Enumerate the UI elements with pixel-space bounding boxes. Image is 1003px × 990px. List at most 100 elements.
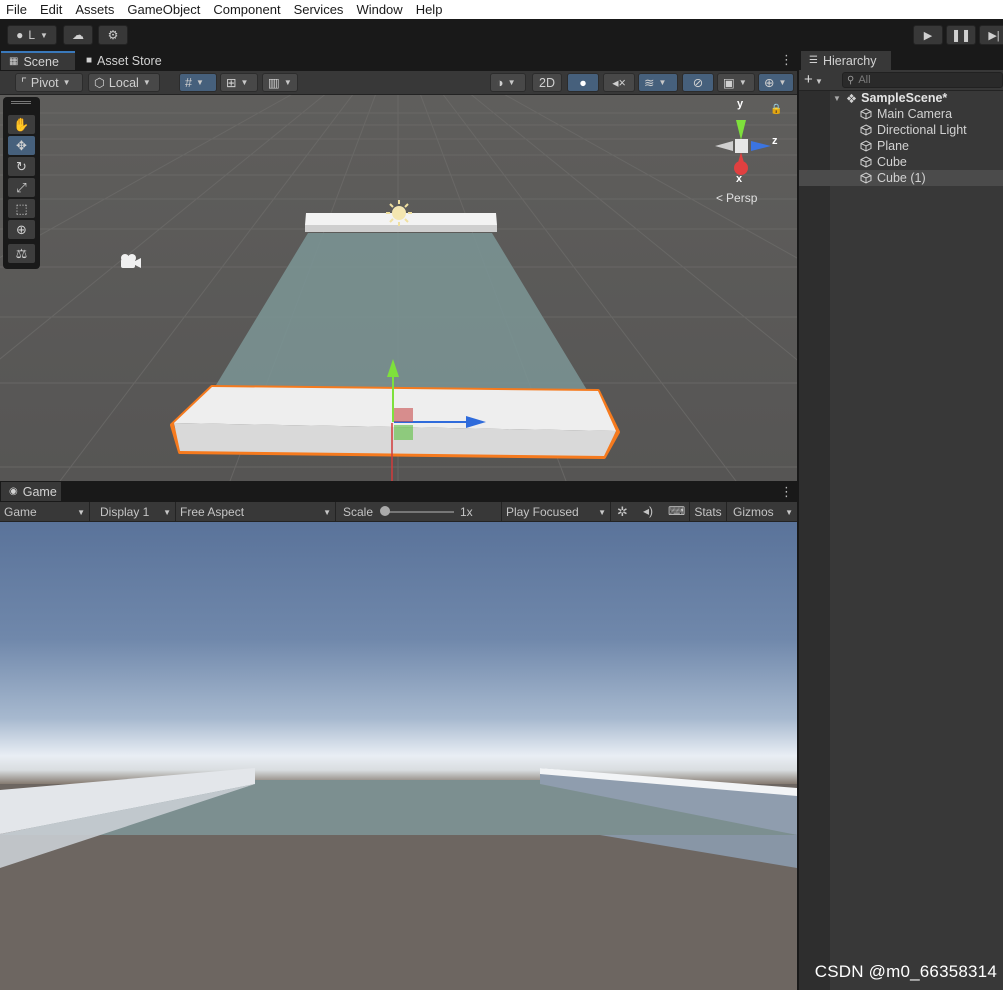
list-item[interactable]: Plane [799, 138, 1003, 154]
main-toolbar: ● L ▼ ☁ ⚙ ▶ ❚❚ ▶| [0, 19, 1003, 50]
camera-icon: ▣ [723, 76, 735, 90]
stats-button[interactable]: Stats [689, 502, 727, 522]
grid-icon: ▦ [9, 56, 19, 67]
far-cube-front [305, 225, 497, 232]
audio-toggle[interactable]: ◂× [603, 73, 635, 92]
chevron-down-icon: ▼ [163, 507, 171, 517]
speaker-icon[interactable]: ◂) [643, 504, 653, 518]
play-mode-dropdown[interactable]: Play Focused ▼ [501, 502, 611, 522]
pivot-dropdown[interactable]: ⌜ Pivot ▼ [15, 73, 83, 92]
tab-hierarchy[interactable]: ☰ Hierarchy [801, 51, 891, 70]
scale-label: Scale [343, 505, 374, 519]
scene-view[interactable]: y z x < Persp 🔒 [0, 95, 797, 481]
keyboard-icon[interactable]: ⌨ [668, 504, 685, 518]
menu-file[interactable]: File [6, 2, 27, 17]
chevron-down-icon: ▼ [658, 78, 667, 87]
menu-edit[interactable]: Edit [40, 2, 62, 17]
draw-mode-dropdown[interactable]: ◑ ▼ [490, 73, 526, 92]
move-tool-button[interactable]: ✥ [8, 136, 35, 155]
list-item[interactable]: Main Camera [799, 106, 1003, 122]
local-dropdown[interactable]: ⬡ Local ▼ [88, 73, 160, 92]
cloud-button[interactable]: ☁ [63, 25, 93, 45]
more-menu-icon[interactable]: ⋮ [780, 484, 793, 500]
account-button[interactable]: ● L ▼ [7, 25, 57, 45]
hand-tool-button[interactable]: ✋ [8, 115, 35, 134]
pause-button[interactable]: ❚❚ [946, 25, 976, 45]
hierarchy-search-input[interactable]: ⚲ All [842, 72, 1003, 88]
snap-icon: ⊞ [226, 76, 237, 90]
menu-assets[interactable]: Assets [75, 2, 114, 17]
list-item[interactable]: Directional Light [799, 122, 1003, 138]
plus-icon: + [804, 71, 813, 88]
light-bulb-icon: ● [579, 75, 587, 90]
grid-snap-button[interactable]: # ▼ [179, 73, 217, 92]
hierarchy-toolbar: + ▼ ⚲ All [799, 70, 1003, 91]
chevron-down-icon: ▼ [195, 78, 204, 87]
tab-game[interactable]: ◉ Game [1, 482, 61, 501]
chevron-down-icon: ▼ [598, 507, 606, 517]
gizmo-y-label: y [737, 98, 744, 110]
add-object-button[interactable]: + ▼ [804, 71, 823, 88]
camera-dropdown[interactable]: ▣ ▼ [717, 73, 755, 92]
drag-handle-icon[interactable] [11, 101, 31, 104]
collab-button[interactable]: ⚙ [98, 25, 128, 45]
ruler-button[interactable]: ▥ ▼ [262, 73, 298, 92]
rotate-tool-button[interactable]: ↻ [8, 157, 35, 176]
bug-icon[interactable]: ✲ [617, 504, 628, 520]
play-icon: ▶ [923, 29, 933, 42]
tab-asset-store[interactable]: ■ Asset Store [78, 51, 178, 70]
gamepad-icon: ◉ [9, 486, 18, 497]
scale-tool-button[interactable]: ⤢ [8, 178, 35, 197]
tab-scene[interactable]: ▦ Scene [1, 51, 75, 70]
lock-icon[interactable]: 🔒 [770, 104, 782, 115]
scale-slider[interactable] [382, 511, 454, 513]
tab-hierarchy-label: Hierarchy [822, 53, 877, 68]
list-item-label: Plane [877, 139, 909, 153]
menu-component[interactable]: Component [213, 2, 280, 17]
list-item[interactable]: Cube [799, 154, 1003, 170]
list-icon: ☰ [809, 55, 818, 66]
scene-row[interactable]: ▼ ❖ SampleScene* [799, 90, 1003, 106]
chevron-down-icon: ▼ [785, 507, 793, 517]
step-icon: ▶| [988, 29, 1000, 42]
menu-help[interactable]: Help [416, 2, 443, 17]
chevron-left-icon: < [716, 191, 724, 205]
menu-gameobject[interactable]: GameObject [127, 2, 200, 17]
unity-scene-icon: ❖ [845, 91, 858, 106]
list-item-selected[interactable]: Cube (1) [799, 170, 1003, 186]
gizmos-dropdown[interactable]: ⊕ ▼ [758, 73, 794, 92]
orientation-gizmo[interactable]: y z x < Persp 🔒 [703, 98, 793, 210]
draw-mode-icon: ◑ [496, 75, 504, 90]
play-mode-label: Play Focused [506, 505, 579, 519]
scale-icon: ⤢ [16, 179, 27, 195]
gizmos-dropdown[interactable]: Gizmos ▼ [729, 502, 797, 522]
play-button[interactable]: ▶ [913, 25, 943, 45]
chevron-down-icon: ▼ [507, 78, 516, 87]
visibility-toggle[interactable]: ⊘ [682, 73, 714, 92]
aspect-dropdown[interactable]: Free Aspect ▼ [176, 502, 336, 522]
custom-tool-button[interactable]: ⚖ [8, 244, 35, 263]
search-placeholder: All [858, 74, 871, 86]
rect-tool-button[interactable]: ⬚ [8, 199, 35, 218]
toggle-2d-label: 2D [539, 75, 555, 90]
transform-tool-button[interactable]: ⊕ [8, 220, 35, 239]
game-view[interactable] [0, 522, 797, 990]
stats-label: Stats [694, 505, 722, 519]
display-dropdown[interactable]: Display 1 ▼ [96, 502, 176, 522]
chevron-down-icon: ▼ [62, 78, 71, 87]
menu-window[interactable]: Window [356, 2, 402, 17]
scale-slider-thumb[interactable] [380, 506, 390, 516]
more-menu-icon[interactable]: ⋮ [780, 52, 793, 68]
projection-toggle[interactable]: < Persp [716, 191, 757, 205]
toggle-2d-button[interactable]: 2D [532, 73, 562, 92]
chevron-down-icon: ▼ [738, 78, 747, 87]
expand-arrow-icon[interactable]: ▼ [833, 94, 841, 103]
gizmos-label: Gizmos [733, 505, 774, 519]
cube-icon [860, 108, 872, 120]
lighting-toggle[interactable]: ● [567, 73, 599, 92]
view-dropdown[interactable]: Game ▼ [0, 502, 90, 522]
increment-snap-button[interactable]: ⊞ ▼ [220, 73, 258, 92]
menu-services[interactable]: Services [294, 2, 344, 17]
step-button[interactable]: ▶| [979, 25, 1003, 45]
effects-dropdown[interactable]: ≋ ▼ [638, 73, 678, 92]
